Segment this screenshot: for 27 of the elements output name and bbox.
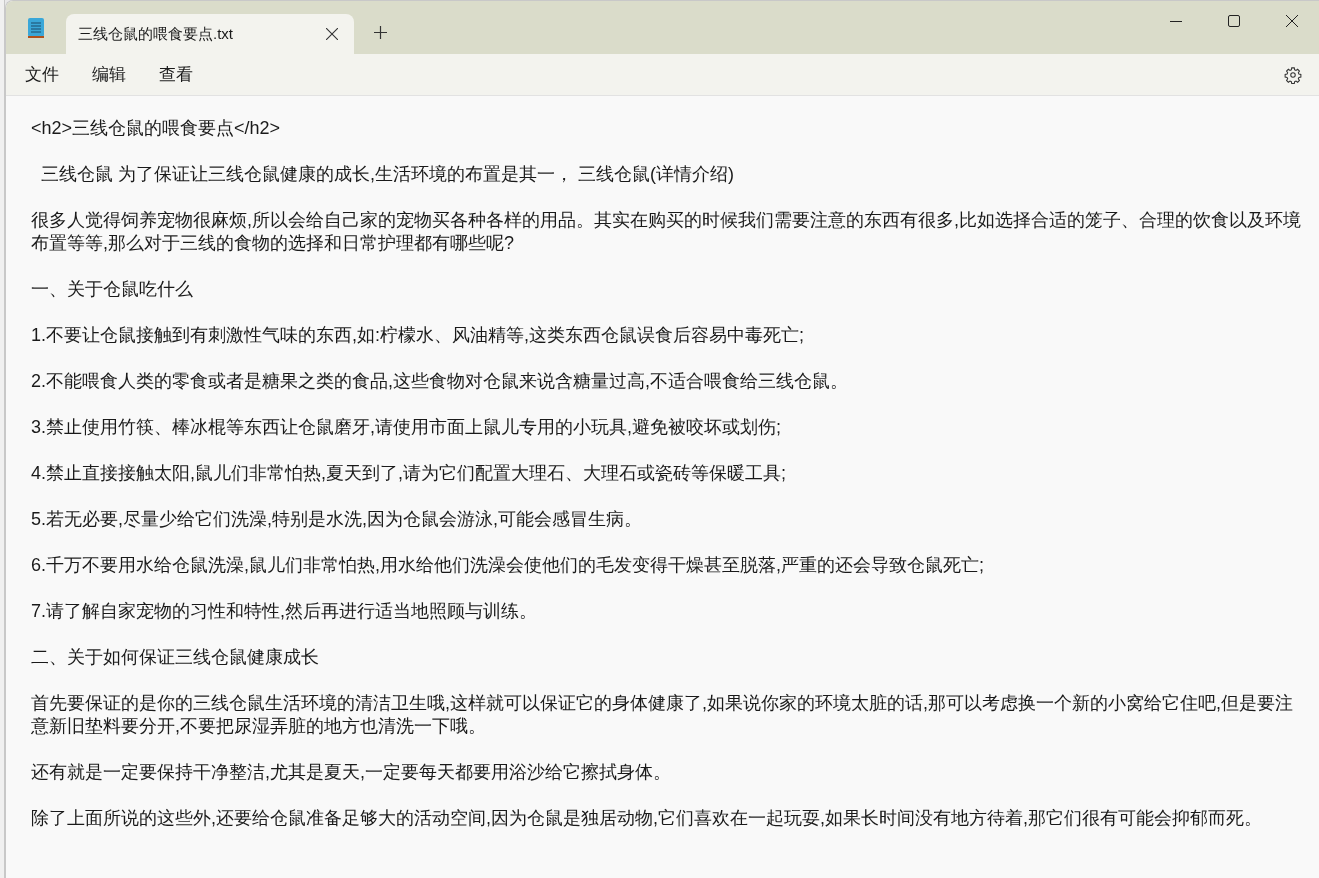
text-paragraph: 2.不能喂食人类的零食或者是糖果之类的食品,这些食物对仓鼠来说含糖量过高,不适合喂食给三线仓鼠。	[30, 370, 849, 393]
text-paragraph: 3.禁止使用竹筷、棒冰棍等东西让仓鼠磨牙,请使用市面上鼠儿专用的小玩具,避免被咬坏或划伤;	[30, 416, 782, 439]
close-icon	[326, 28, 338, 40]
text-paragraph: 首先要保证的是你的三线仓鼠生活环境的清洁卫生哦,这样就可以保证它的身体健康了,如果说你家的环境太脏的话,那可以考虑换一个新的小窝给它住吧,但是要注意新旧垫料要分开,不要把尿湿弄脏的地方也清洗一下哦。	[30, 692, 1294, 738]
close-icon	[1286, 15, 1298, 27]
tab-label: 三线仓鼠的喂食要点.txt	[78, 23, 234, 44]
menu-item[interactable]: 文件	[11, 58, 73, 91]
text-paragraph: 7.请了解自家宠物的习性和特性,然后再进行适当地照顾与训练。	[30, 600, 538, 623]
settings-icon	[1284, 65, 1302, 84]
maximize-icon	[1228, 15, 1240, 27]
text-paragraph: 1.不要让仓鼠接触到有刺激性气味的东西,如:柠檬水、风油精等,这类东西仓鼠误食后容易中毒死亡;	[30, 324, 805, 347]
text-paragraph: 很多人觉得饲养宠物很麻烦,所以会给自己家的宠物买各种各样的用品。其实在购买的时候我们需要注意的东西有很多,比如选择合适的笼子、合理的饮食以及环境布置等等,那么对于三线的食物的选择和日常护理都有哪些呢?	[30, 209, 1302, 255]
notepad-icon	[27, 16, 45, 39]
file-tab[interactable]: 三线仓鼠的喂食要点.txt	[66, 14, 354, 54]
text-paragraph: 除了上面所说的这些外,还要给仓鼠准备足够大的活动空间,因为仓鼠是独居动物,它们喜欢在一起玩耍,如果长时间没有地方待着,那它们很有可能会抑郁而死。	[30, 807, 1263, 830]
text-paragraph: 4.禁止直接接触太阳,鼠儿们非常怕热,夏天到了,请为它们配置大理石、大理石或瓷砖等保暖工具;	[30, 462, 787, 485]
text-paragraph: 一、关于仓鼠吃什么	[30, 278, 194, 301]
text-paragraph: 还有就是一定要保持干净整洁,尤其是夏天,一定要每天都要用浴沙给它擦拭身体。	[30, 761, 672, 784]
menu-item[interactable]: 编辑	[78, 58, 140, 91]
minimize-icon	[1170, 20, 1182, 22]
text-paragraph: 二、关于如何保证三线仓鼠健康成长	[30, 646, 320, 669]
text-paragraph: 三线仓鼠 为了保证让三线仓鼠健康的成长,生活环境的布置是其一， 三线仓鼠(详情介绍)	[40, 163, 735, 186]
text-paragraph: 5.若无必要,尽量少给它们洗澡,特别是水洗,因为仓鼠会游泳,可能会感冒生病。	[30, 508, 643, 531]
text-paragraph: 6.千万不要用水给仓鼠洗澡,鼠儿们非常怕热,用水给他们洗澡会使他们的毛发变得干燥甚至脱落,严重的还会导致仓鼠死亡;	[30, 554, 985, 577]
plus-icon	[373, 25, 387, 39]
text-paragraph: <h2>三线仓鼠的喂食要点</h2>	[30, 117, 282, 140]
menu-item[interactable]: 查看	[145, 58, 207, 91]
